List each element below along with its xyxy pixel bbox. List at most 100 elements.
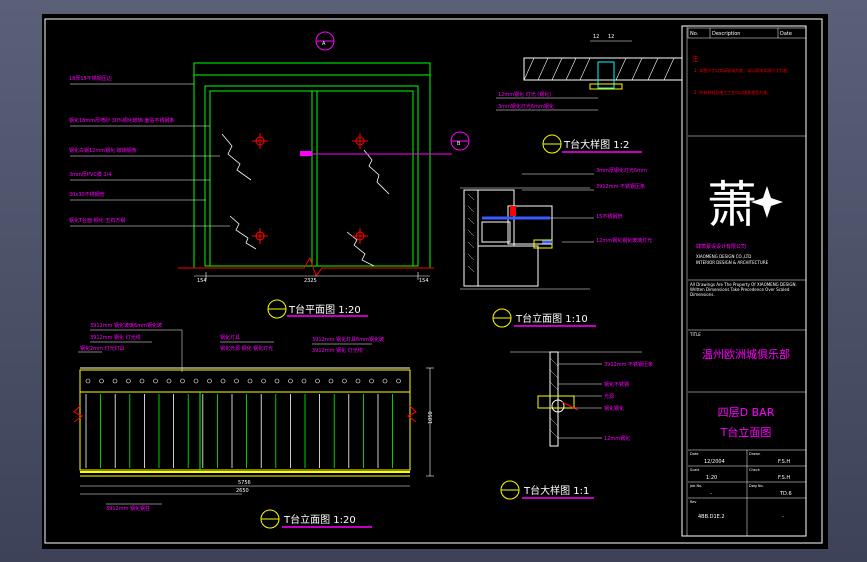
light-fixture-icon [166, 378, 172, 384]
light-fixture-icon [99, 378, 104, 384]
plan-annotation-4: 3mm厚PVC膜 1/4 [69, 171, 112, 178]
detail-annotation-1: 12mm钢化 灯光 (钢化) [498, 91, 551, 98]
dim-detail-a: 12 [593, 34, 599, 40]
detail-top-title: T台大样图 1:2 [563, 138, 629, 151]
light-fixture-icon [112, 378, 118, 384]
top-plan-title: T台平面图 1:20 [288, 303, 361, 316]
title-block[interactable]: No. Description Date 注: 1. 本图尺寸以实际现场为准，误… [681, 25, 807, 537]
plan-annotation-2: 钢化18mm厚喷砂 30%钢化玻璃 面贴不锈钢条 [69, 117, 174, 124]
elev-annotation-5: 钢化光源 钢化 钢化灯光 [220, 345, 273, 352]
light-fixture-icon [328, 378, 334, 384]
light-fixture-icon [85, 378, 91, 384]
top-elevation-title: T台立面图 1:20 [283, 513, 356, 526]
drawing-sheet[interactable]: 154 2325 154 18厚15不锈钢压边 钢化18mm厚喷砂 30%钢化玻… [42, 14, 828, 549]
side-annotation-4: 12mm钢化钢化玻璃灯光 [596, 237, 652, 244]
tb-row3-value2: TD.6 [779, 491, 792, 497]
svg-text:A: A [322, 41, 326, 47]
side-elevation-view[interactable]: 3mm厚钢化灯光6mm 3912mm 不锈钢压条 15不锈钢管 12mm钢化钢化… [460, 167, 652, 328]
elev-annotation-7: 3912mm 钢化 灯光线 [312, 347, 363, 354]
light-fixture-icon [288, 378, 293, 384]
dim-elev-height: 1050 [428, 411, 434, 424]
light-fixture-icon [247, 378, 253, 384]
tb-row4-value: 4BB.D1E.2 [698, 514, 725, 520]
detail-annotation-2: 3mm钢化灯光6mm钢化 [498, 103, 554, 110]
tb-row2-value: 1:20 [706, 475, 717, 481]
tb-note-2: 2. 所有材料及施工工艺均以国家规范为准。 [694, 89, 771, 95]
company-en-2: INTERIOR DESIGN & ARCHITECTURE [696, 260, 769, 265]
tb-row1-value2: F.S.H [778, 459, 790, 465]
dim-top-right: 154 [419, 278, 429, 284]
tb-row4-label: Rev [690, 500, 697, 504]
light-fixture-icon [220, 378, 226, 384]
elev-annotation-4: 钢化灯具 [220, 334, 240, 341]
light-fixture-icon [315, 378, 320, 384]
cad-viewport[interactable]: 154 2325 154 18厚15不锈钢压边 钢化18mm厚喷砂 30%钢化玻… [0, 0, 867, 562]
elev-annotation-3: 钢化2mm 灯光灯具 [80, 345, 125, 352]
side-annotation-2: 3912mm 不锈钢压条 [596, 183, 645, 190]
light-fixture-icon [234, 378, 239, 384]
tb-row3-label2: Dwg No. [749, 484, 764, 488]
elev-annotation-1: 3912mm 钢化玻璃6mm钢化玻 [90, 322, 162, 329]
tb-row1-label2: Drawn [749, 452, 760, 456]
tb-row3-value: - [710, 491, 712, 497]
tb-row3-label: Job No. [689, 484, 702, 488]
detail-small-annotation-1: 3912mm 不锈钢压条 [604, 361, 653, 368]
tb-row1-label: Date [690, 452, 698, 456]
project-name: 温州欧洲城俱乐部 [702, 347, 790, 361]
tb-row4-value2: - [782, 514, 784, 520]
light-fixture-icon [382, 378, 388, 384]
tb-row2-label: Scale [690, 468, 699, 472]
tb-note-1: 1. 本图尺寸以实际现场为准，误以现场实测尺寸为准。 [694, 67, 791, 73]
dim-top-mid: 2325 [304, 278, 317, 284]
plan-annotation-3: 钢化白钢12mm钢化 玻璃钢条 [69, 147, 137, 154]
company-cn: 肆萧蒙设设计有限公司 [696, 243, 746, 250]
light-fixture-icon [355, 378, 361, 384]
dim-top-left: 154 [197, 278, 207, 284]
detail-small-view[interactable]: 3912mm 不锈钢压条 钢化不锈钢 光源 钢化钢化 12mm钢化 T台大样图 … [500, 351, 653, 500]
light-fixture-icon [153, 378, 158, 384]
plan-annotation-5: 30x30不锈钢管 [69, 191, 105, 198]
dim-detail-b: 12 [608, 34, 614, 40]
tb-row1-value: 12/2004 [704, 459, 725, 465]
detail-small-annotation-2: 钢化不锈钢 [604, 381, 629, 388]
plan-annotation-1: 18厚15不锈钢压边 [69, 75, 112, 82]
detail-small-annotation-5: 12mm钢化 [604, 435, 630, 442]
tb-row2-label2: Check [749, 468, 761, 472]
side-annotation-1: 3mm厚钢化灯光6mm [596, 167, 647, 174]
tb-notes-label: 注: [692, 55, 700, 63]
light-fixture-icon [301, 378, 307, 384]
tb-header-left: No. [690, 31, 699, 37]
company-en-1: XIAOMENG DESIGN CO.,LTD [696, 254, 751, 259]
detail-small-annotation-4: 钢化钢化 [604, 405, 624, 412]
elev-annotation-6: 3912mm 钢化灯具6mm钢化玻 [312, 336, 384, 343]
tb-header-mid: Description [712, 31, 740, 37]
light-fixture-icon [396, 378, 401, 384]
light-fixture-icon [342, 378, 347, 384]
cad-drawing: 154 2325 154 18厚15不锈钢压边 钢化18mm厚喷砂 30%钢化玻… [44, 18, 823, 544]
svg-text:B: B [457, 141, 461, 147]
tb-row2-value2: F.S.H [778, 475, 790, 481]
logo-glyph: 萧 [707, 176, 757, 234]
light-fixture-icon [261, 378, 266, 384]
drawing-name-2: T台立面图 [720, 425, 772, 439]
light-fixture-icon [193, 378, 199, 384]
tb-header-right: Date [780, 31, 792, 37]
plan-annotation-6: 钢化T台面 钢化 玉石方钢 [69, 217, 125, 224]
top-plan-view[interactable]: 154 2325 154 18厚15不锈钢压边 钢化18mm厚喷砂 30%钢化玻… [69, 31, 470, 319]
side-elevation-title: T台立面图 1:10 [515, 312, 588, 325]
detail-small-annotation-3: 光源 [604, 393, 614, 400]
light-fixture-icon [139, 378, 145, 384]
tb-project-label: TITLE [689, 332, 701, 337]
light-fixture-icon [369, 378, 374, 384]
light-fixture-icon [274, 378, 280, 384]
detail-small-title: T台大样图 1:1 [523, 484, 589, 497]
light-fixture-icon [126, 378, 131, 384]
side-annotation-3: 15不锈钢管 [596, 213, 622, 220]
front-elevation-view[interactable]: 5756 2650 1050 3912mm 钢化玻璃6mm钢化玻 3912mm … [73, 322, 434, 529]
detail-large-view[interactable]: 12 12 12mm钢化 灯光 (钢化) 3mm钢化灯光6mm钢化 T台大样图 … [496, 34, 683, 154]
elev-annotation-8: 3912mm 钢化钢柱 [106, 505, 150, 512]
dim-elev-left: 2650 [236, 488, 249, 494]
elev-annotation-2: 3912mm 钢化 灯光线 [90, 334, 141, 341]
dim-elev-total: 5756 [238, 480, 251, 486]
light-fixture-icon [207, 378, 212, 384]
